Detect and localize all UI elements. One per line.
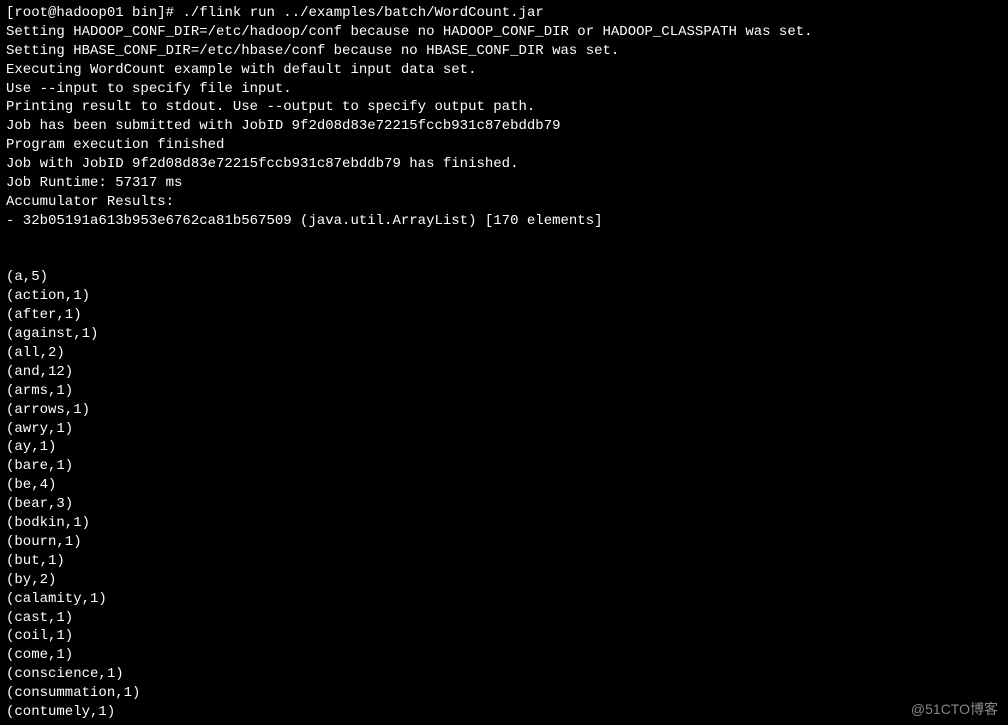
result-line: (a,5) xyxy=(6,268,1002,287)
result-line: (contumely,1) xyxy=(6,703,1002,722)
output-line: Program execution finished xyxy=(6,136,1002,155)
prompt-dir: bin xyxy=(132,5,157,21)
command-text: ./flink run ../examples/batch/WordCount.… xyxy=(182,5,543,21)
output-line: - 32b05191a613b953e6762ca81b567509 (java… xyxy=(6,212,1002,231)
result-line: (action,1) xyxy=(6,287,1002,306)
result-line: (arms,1) xyxy=(6,382,1002,401)
result-line: (by,2) xyxy=(6,571,1002,590)
output-line: Job has been submitted with JobID 9f2d08… xyxy=(6,117,1002,136)
shell-prompt-line[interactable]: [root@hadoop01 bin]# ./flink run ../exam… xyxy=(6,4,1002,23)
result-line: (consummation,1) xyxy=(6,684,1002,703)
blank-line xyxy=(6,250,1002,269)
result-line: (conscience,1) xyxy=(6,665,1002,684)
result-line: (all,2) xyxy=(6,344,1002,363)
output-line: Setting HADOOP_CONF_DIR=/etc/hadoop/conf… xyxy=(6,23,1002,42)
result-line: (but,1) xyxy=(6,552,1002,571)
result-line: (arrows,1) xyxy=(6,401,1002,420)
terminal-output: [root@hadoop01 bin]# ./flink run ../exam… xyxy=(6,4,1002,722)
result-line: (and,12) xyxy=(6,363,1002,382)
prompt-user: root xyxy=(14,5,48,21)
output-line: Setting HBASE_CONF_DIR=/etc/hbase/conf b… xyxy=(6,42,1002,61)
output-line: Accumulator Results: xyxy=(6,193,1002,212)
output-line: Use --input to specify file input. xyxy=(6,80,1002,99)
result-line: (coil,1) xyxy=(6,627,1002,646)
result-line: (calamity,1) xyxy=(6,590,1002,609)
result-line: (against,1) xyxy=(6,325,1002,344)
prompt-close: ] xyxy=(157,5,165,21)
prompt-host: hadoop01 xyxy=(56,5,123,21)
watermark: @51CTO博客 xyxy=(911,700,998,719)
result-line: (bear,3) xyxy=(6,495,1002,514)
result-line: (awry,1) xyxy=(6,420,1002,439)
result-line: (bare,1) xyxy=(6,457,1002,476)
result-line: (bodkin,1) xyxy=(6,514,1002,533)
blank-line xyxy=(6,231,1002,250)
output-line: Executing WordCount example with default… xyxy=(6,61,1002,80)
output-line: Job with JobID 9f2d08d83e72215fccb931c87… xyxy=(6,155,1002,174)
result-line: (ay,1) xyxy=(6,438,1002,457)
result-line: (come,1) xyxy=(6,646,1002,665)
result-line: (bourn,1) xyxy=(6,533,1002,552)
result-line: (be,4) xyxy=(6,476,1002,495)
output-line: Job Runtime: 57317 ms xyxy=(6,174,1002,193)
prompt-symbol: # xyxy=(166,5,174,21)
result-line: (cast,1) xyxy=(6,609,1002,628)
result-line: (after,1) xyxy=(6,306,1002,325)
output-line: Printing result to stdout. Use --output … xyxy=(6,98,1002,117)
